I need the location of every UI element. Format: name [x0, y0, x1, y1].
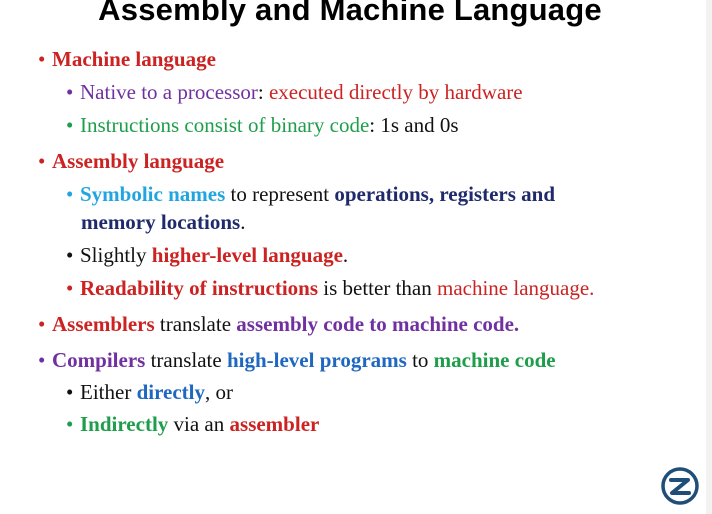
- text-span: translate: [145, 348, 227, 372]
- bullet-machine-language: • Machine language: [38, 47, 216, 71]
- bullet-marker: •: [38, 149, 46, 173]
- bullet-marker: •: [66, 80, 74, 104]
- text-span: to represent: [225, 182, 335, 206]
- text-span: Compilers: [52, 348, 146, 372]
- text-span: via an: [168, 412, 230, 436]
- sub-bullet-symbolic-names: • Symbolic names to represent operations,…: [66, 182, 555, 206]
- text-span: operations, registers and: [334, 182, 555, 206]
- text-span: , or: [205, 380, 233, 404]
- text-span: memory locations: [81, 210, 241, 234]
- text-span: .: [240, 210, 246, 234]
- text-span: Assemblers: [52, 312, 155, 336]
- bullet-marker: •: [66, 113, 74, 137]
- text-span: Readability of instructions: [80, 276, 319, 300]
- text-span: assembler: [229, 412, 320, 436]
- sub-bullet-higher-level: • Slightly higher-level language.: [66, 243, 348, 267]
- heading-text: Machine language: [52, 47, 216, 71]
- bullet-marker: •: [38, 348, 46, 372]
- z-logo-icon: [661, 467, 699, 505]
- text-span: machine language.: [436, 276, 595, 300]
- bullet-marker: •: [66, 276, 74, 300]
- text-span: Indirectly: [80, 412, 169, 436]
- bullet-marker: •: [38, 47, 46, 71]
- text-span: is better than: [318, 276, 437, 300]
- text-span: Symbolic names: [80, 182, 226, 206]
- sub-bullet-instructions: • Instructions consist of binary code: 1s…: [66, 113, 459, 137]
- text-span: :: [257, 80, 269, 104]
- sub-bullet-native: • Native to a processor: executed directl…: [66, 80, 523, 104]
- slide-title: Assembly and Machine Language: [98, 0, 602, 27]
- text-span: directly: [136, 380, 205, 404]
- text-span: Either: [80, 380, 137, 404]
- text-span: executed directly by hardware: [268, 80, 523, 104]
- bullet-marker: •: [66, 243, 74, 267]
- text-span: Native to a processor: [80, 80, 258, 104]
- bullet-marker: •: [66, 380, 74, 404]
- text-span: machine code: [433, 348, 556, 372]
- heading-text: Assembly language: [52, 149, 225, 173]
- text-span: Instructions consist of binary code: [80, 113, 370, 137]
- bullet-compilers: • Compilers translate high-level programs…: [38, 348, 556, 372]
- bullet-marker: •: [38, 312, 46, 336]
- text-span: :: [369, 113, 381, 137]
- text-span: high-level programs: [226, 348, 407, 372]
- bullet-marker: •: [66, 412, 74, 436]
- text-span: assembly code to machine code.: [236, 312, 520, 336]
- text-span: to: [406, 348, 434, 372]
- bullet-assemblers: • Assemblers translate assembly code to m…: [38, 312, 519, 336]
- sub-bullet-readability: • Readability of instructions is better t…: [66, 276, 594, 300]
- bullet-assembly-language: • Assembly language: [38, 149, 224, 173]
- text-span: .: [342, 243, 349, 267]
- right-edge-strip: [706, 0, 712, 514]
- text-span: higher-level language: [151, 243, 343, 267]
- text-span: translate: [154, 312, 237, 336]
- text-span: 1s and 0s: [380, 113, 459, 137]
- text-span: Slightly: [80, 243, 152, 267]
- sub-bullet-indirectly: • Indirectly via an assembler: [66, 412, 319, 436]
- sub-bullet-directly: • Either directly, or: [66, 380, 233, 404]
- sub-bullet-symbolic-names-cont: memory locations.: [81, 210, 245, 234]
- bullet-marker: •: [66, 182, 74, 206]
